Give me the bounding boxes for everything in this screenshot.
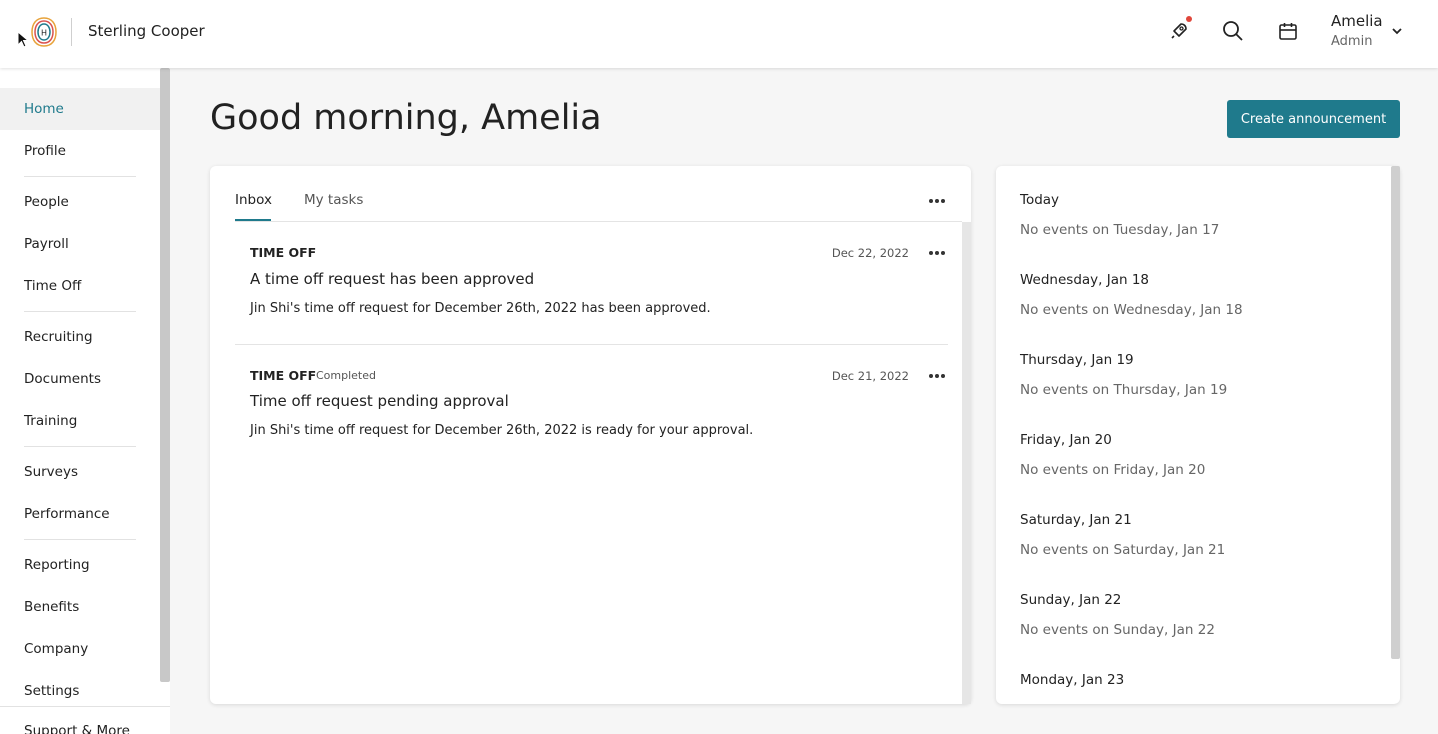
user-name[interactable]: Amelia [1331,12,1383,30]
page-title: Good morning, Amelia [210,98,602,138]
sidebar-divider [24,446,136,447]
tab-inbox[interactable]: Inbox [235,192,272,208]
tabs-divider [235,221,962,222]
sidebar-divider [24,311,136,312]
event-empty-text: No events on Thursday, Jan 19 [1020,382,1228,398]
search-icon[interactable] [1220,18,1246,44]
event-day-label: Thursday, Jan 19 [1020,352,1134,368]
events-scrollbar[interactable] [1391,166,1400,659]
inbox-item-date: Dec 21, 2022 [831,369,909,383]
sidebar-item-company[interactable]: Company [0,628,160,670]
tab-my-tasks[interactable]: My tasks [304,192,363,208]
event-day-label: Today [1020,192,1060,208]
top-bar: H Sterling Cooper Amelia Admin [0,0,1438,68]
sidebar-item-profile[interactable]: Profile [0,130,160,172]
inbox-divider [235,344,948,345]
event-day-label: Friday, Jan 20 [1020,432,1112,448]
calendar-icon[interactable] [1275,18,1301,44]
inbox-item-category: TIME OFF [250,368,317,383]
inbox-item-title[interactable]: Time off request pending approval [250,392,509,410]
sidebar-item-home[interactable]: Home [0,88,160,130]
inbox-more-icon[interactable] [929,199,945,203]
chevron-down-icon[interactable] [1391,25,1403,37]
sidebar-item-documents[interactable]: Documents [0,358,160,400]
sidebar-footer[interactable]: Support & More [0,706,170,734]
event-empty-text: No events on Sunday, Jan 22 [1020,622,1215,638]
sidebar-scrollbar[interactable] [160,68,170,682]
sidebar-divider [24,176,136,177]
inbox-item-category: TIME OFF [250,245,317,260]
event-empty-text: No events on Wednesday, Jan 18 [1020,302,1243,318]
event-empty-text: No events on Friday, Jan 20 [1020,462,1206,478]
sidebar-item-time-off[interactable]: Time Off [0,265,160,307]
sidebar-item-training[interactable]: Training [0,400,160,442]
event-day-label: Saturday, Jan 21 [1020,512,1132,528]
item-more-icon[interactable] [929,251,945,255]
svg-text:H: H [41,29,47,38]
event-day-label: Monday, Jan 23 [1020,672,1125,688]
logo-icon[interactable]: H [30,16,58,48]
user-role: Admin [1331,34,1373,49]
inbox-scrollbar[interactable] [962,222,971,704]
inbox-item-description: Jin Shi's time off request for December … [250,423,754,438]
inbox-item-title[interactable]: A time off request has been approved [250,270,534,288]
sidebar-item-recruiting[interactable]: Recruiting [0,316,160,358]
event-empty-text: No events on Tuesday, Jan 17 [1020,222,1220,238]
sidebar-divider [24,539,136,540]
sidebar-item-reporting[interactable]: Reporting [0,544,160,586]
sidebar-item-people[interactable]: People [0,181,160,223]
mouse-cursor-icon [17,31,29,48]
inbox-item-status: Completed [316,369,376,382]
event-day-label: Wednesday, Jan 18 [1020,272,1150,288]
item-more-icon[interactable] [929,374,945,378]
sidebar-item-surveys[interactable]: Surveys [0,451,160,493]
sidebar-item-performance[interactable]: Performance [0,493,160,535]
event-day-label: Sunday, Jan 22 [1020,592,1122,608]
inbox-item-description: Jin Shi's time off request for December … [250,301,711,316]
support-more-label[interactable]: Support & More [24,723,130,734]
event-empty-text: No events on Saturday, Jan 21 [1020,542,1226,558]
create-announcement-button[interactable]: Create announcement [1227,100,1400,138]
logo-divider [71,18,72,46]
sidebar-item-benefits[interactable]: Benefits [0,586,160,628]
company-name[interactable]: Sterling Cooper [88,22,205,40]
notification-dot [1186,16,1192,22]
sidebar-item-payroll[interactable]: Payroll [0,223,160,265]
inbox-item-date: Dec 22, 2022 [831,246,909,260]
